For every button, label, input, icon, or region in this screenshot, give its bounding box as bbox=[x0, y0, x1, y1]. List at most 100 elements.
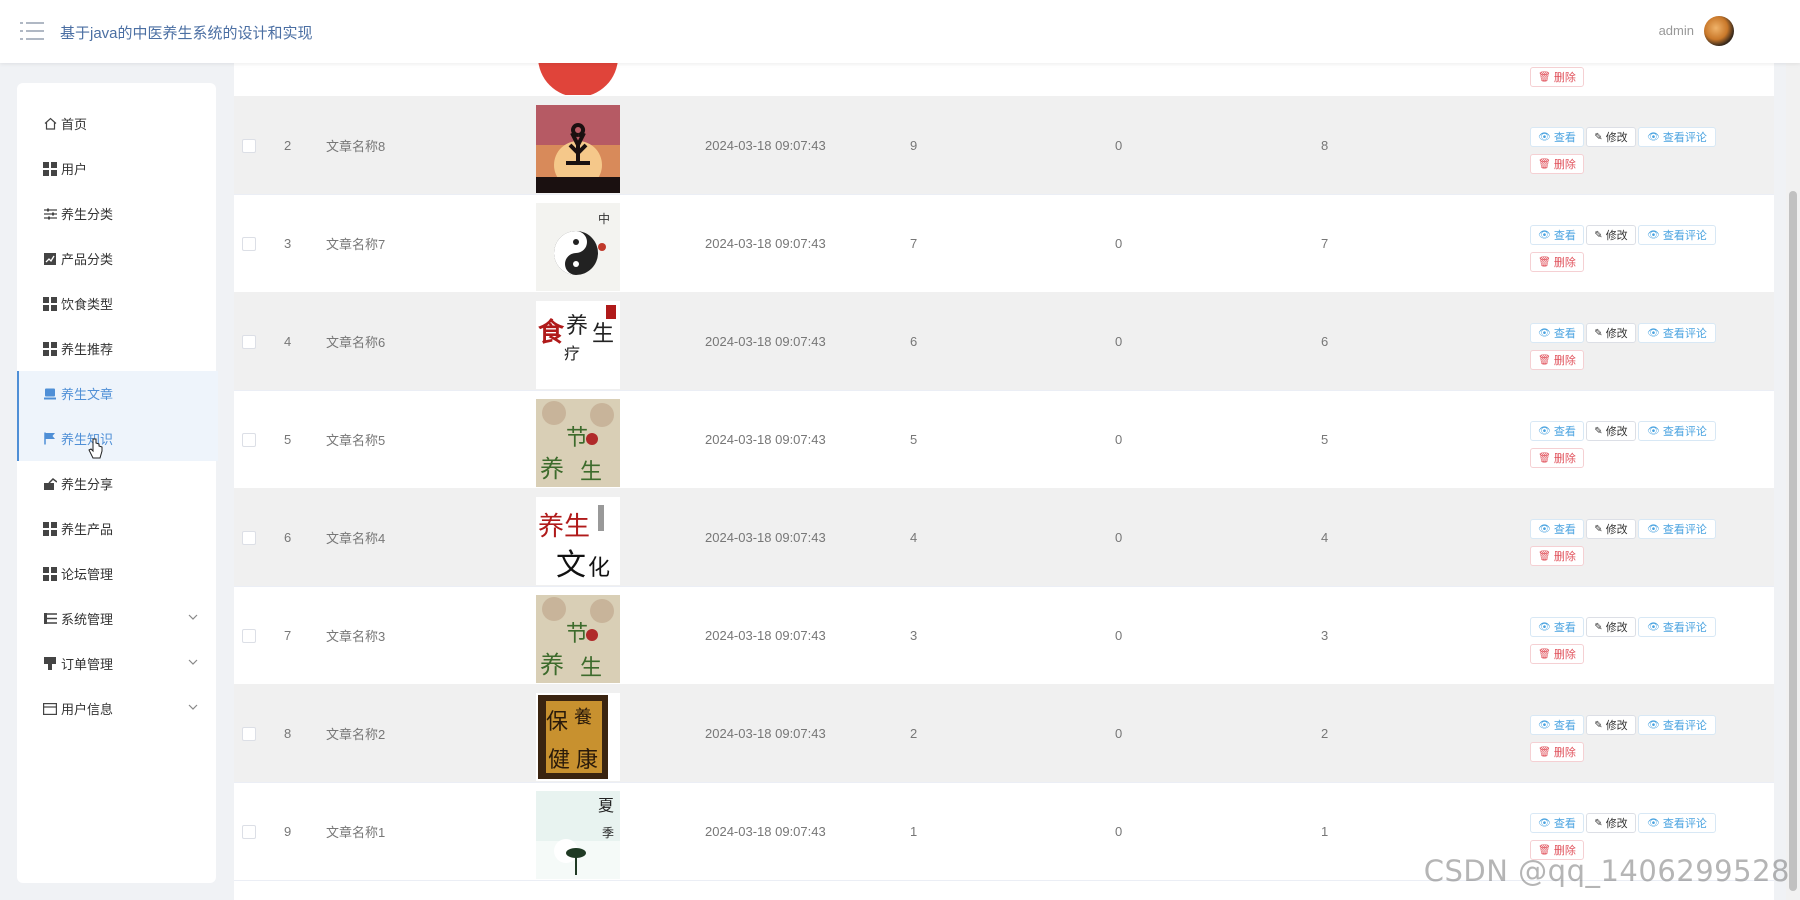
edit-button[interactable]: ✎ 修改 bbox=[1586, 617, 1636, 637]
sidebar-item-forum[interactable]: 论坛管理 bbox=[17, 551, 216, 596]
edit-button[interactable]: ✎ 修改 bbox=[1586, 519, 1636, 539]
sidebar-item-users[interactable]: 用户 bbox=[17, 146, 216, 191]
vertical-scrollbar[interactable] bbox=[1786, 63, 1800, 900]
row-checkbox[interactable] bbox=[242, 433, 256, 447]
scrollbar-thumb[interactable] bbox=[1789, 191, 1797, 891]
sidebar-item-recommend[interactable]: 养生推荐 bbox=[17, 326, 216, 371]
row-index: 3 bbox=[284, 235, 292, 251]
view-button[interactable]: 👁 查看 bbox=[1530, 519, 1584, 539]
sidebar-item-knowledge[interactable]: 养生知识 bbox=[17, 416, 218, 461]
view-comments-button[interactable]: 👁 查看评论 bbox=[1638, 323, 1716, 343]
sidebar-item-products[interactable]: 养生产品 bbox=[17, 506, 216, 551]
sidebar-item-label: 养生知识 bbox=[61, 432, 114, 447]
comments-label: 查看评论 bbox=[1662, 622, 1707, 634]
delete-button[interactable]: 🗑 删除 bbox=[1530, 252, 1584, 272]
sidebar-item-share[interactable]: 养生分享 bbox=[17, 461, 216, 506]
view-comments-button[interactable]: 👁 查看评论 bbox=[1638, 715, 1716, 735]
delete-button[interactable]: 🗑 删除 bbox=[1530, 154, 1584, 174]
svg-text:中: 中 bbox=[598, 211, 610, 226]
view-button[interactable]: 👁 查看 bbox=[1530, 813, 1584, 833]
row-checkbox[interactable] bbox=[242, 335, 256, 349]
user-name[interactable]: admin bbox=[1659, 23, 1694, 38]
edit-button[interactable]: ✎ 修改 bbox=[1586, 421, 1636, 441]
svg-text:节: 节 bbox=[566, 621, 588, 646]
svg-text:化: 化 bbox=[588, 555, 610, 580]
row-index: 8 bbox=[284, 725, 292, 741]
edit-button[interactable]: ✎ 修改 bbox=[1586, 127, 1636, 147]
chart-icon bbox=[43, 252, 57, 266]
sidebar-item-health-category[interactable]: 养生分类 bbox=[17, 191, 216, 236]
view-comments-button[interactable]: 👁 查看评论 bbox=[1638, 617, 1716, 637]
view-button[interactable]: 👁 查看 bbox=[1530, 127, 1584, 147]
view-button[interactable]: 👁 查看 bbox=[1530, 617, 1584, 637]
row-checkbox[interactable] bbox=[242, 629, 256, 643]
view-label: 查看 bbox=[1553, 132, 1576, 144]
grid-icon bbox=[43, 296, 57, 311]
row-checkbox[interactable] bbox=[242, 531, 256, 545]
delete-button[interactable]: 🗑 删除 bbox=[1530, 350, 1584, 370]
edit-button[interactable]: ✎ 修改 bbox=[1586, 715, 1636, 735]
sidebar-item-user-info[interactable]: 用户信息 bbox=[17, 686, 216, 731]
avatar[interactable] bbox=[1704, 16, 1734, 46]
chevron-down-icon bbox=[188, 704, 198, 710]
top-header: 基于java的中医养生系统的设计和实现 admin bbox=[0, 0, 1800, 63]
home-icon bbox=[43, 117, 57, 131]
view-comments-button[interactable]: 👁 查看评论 bbox=[1638, 813, 1716, 833]
sidebar-item-orders[interactable]: 订单管理 bbox=[17, 641, 216, 686]
article-name: 文章名称2 bbox=[326, 726, 386, 742]
edit-icon: ✎ bbox=[1594, 523, 1603, 535]
delete-button[interactable]: 🗑 删除 bbox=[1530, 742, 1584, 762]
row-checkbox[interactable] bbox=[242, 237, 256, 251]
eye-icon: 👁 bbox=[1647, 425, 1660, 437]
view-count: 9 bbox=[910, 137, 918, 153]
view-button[interactable]: 👁 查看 bbox=[1530, 715, 1584, 735]
svg-text:健: 健 bbox=[548, 747, 570, 772]
eye-icon: 👁 bbox=[1647, 817, 1660, 829]
sidebar-item-product-category[interactable]: 产品分类 bbox=[17, 236, 216, 281]
share-icon bbox=[43, 477, 57, 491]
collect-count: 4 bbox=[1321, 529, 1329, 545]
like-count: 0 bbox=[1115, 529, 1123, 545]
view-comments-button[interactable]: 👁 查看评论 bbox=[1638, 225, 1716, 245]
view-comments-button[interactable]: 👁 查看评论 bbox=[1638, 421, 1716, 441]
view-button[interactable]: 👁 查看 bbox=[1530, 225, 1584, 245]
article-thumbnail: 节养生 bbox=[536, 595, 620, 683]
trash-icon: 🗑 bbox=[1538, 746, 1551, 758]
edit-button[interactable]: ✎ 修改 bbox=[1586, 323, 1636, 343]
menu-toggle-icon[interactable] bbox=[20, 20, 44, 42]
eye-icon: 👁 bbox=[1647, 131, 1660, 143]
delete-button[interactable]: 🗑 删除 bbox=[1530, 448, 1584, 468]
collect-count: 7 bbox=[1321, 235, 1329, 251]
table-row: 7 文章名称3 节养生 2024-03-18 09:07:43 3 0 3 👁 查… bbox=[234, 586, 1774, 685]
article-thumbnail: 夏季 bbox=[536, 791, 620, 879]
sidebar-menu: 首页 用户 养生分类 产品分类 饮食类型 养生推荐 养生文章 养生知识 养生分享… bbox=[17, 83, 218, 883]
view-comments-button[interactable]: 👁 查看评论 bbox=[1638, 127, 1716, 147]
edit-button[interactable]: ✎ 修改 bbox=[1586, 225, 1636, 245]
delete-button[interactable]: 🗑 删除 bbox=[1530, 644, 1584, 664]
view-comments-button[interactable]: 👁 查看评论 bbox=[1638, 519, 1716, 539]
edit-button[interactable]: ✎ 修改 bbox=[1586, 813, 1636, 833]
grid-icon bbox=[43, 566, 57, 581]
edit-icon: ✎ bbox=[1594, 425, 1603, 437]
delete-button[interactable]: 🗑 删除 bbox=[1530, 546, 1584, 566]
sidebar-item-label: 首页 bbox=[61, 117, 88, 132]
row-checkbox[interactable] bbox=[242, 139, 256, 153]
row-index: 4 bbox=[284, 333, 292, 349]
sidebar-item-diet-type[interactable]: 饮食类型 bbox=[17, 281, 216, 326]
comments-label: 查看评论 bbox=[1662, 230, 1707, 242]
trash-icon: 🗑 bbox=[1538, 71, 1551, 83]
delete-button[interactable]: 🗑 删除 bbox=[1530, 67, 1584, 87]
article-thumbnail: 节养生 bbox=[536, 399, 620, 487]
svg-text:养: 养 bbox=[538, 511, 564, 541]
article-name: 文章名称3 bbox=[326, 628, 386, 644]
view-button[interactable]: 👁 查看 bbox=[1530, 323, 1584, 343]
like-count: 0 bbox=[1115, 823, 1123, 839]
row-checkbox[interactable] bbox=[242, 727, 256, 741]
svg-text:生: 生 bbox=[580, 459, 602, 484]
sidebar-item-articles[interactable]: 养生文章 bbox=[17, 371, 218, 416]
view-button[interactable]: 👁 查看 bbox=[1530, 421, 1584, 441]
sidebar-item-system[interactable]: 系统管理 bbox=[17, 596, 216, 641]
row-checkbox[interactable] bbox=[242, 825, 256, 839]
view-label: 查看 bbox=[1553, 720, 1576, 732]
sidebar-item-home[interactable]: 首页 bbox=[17, 101, 216, 146]
